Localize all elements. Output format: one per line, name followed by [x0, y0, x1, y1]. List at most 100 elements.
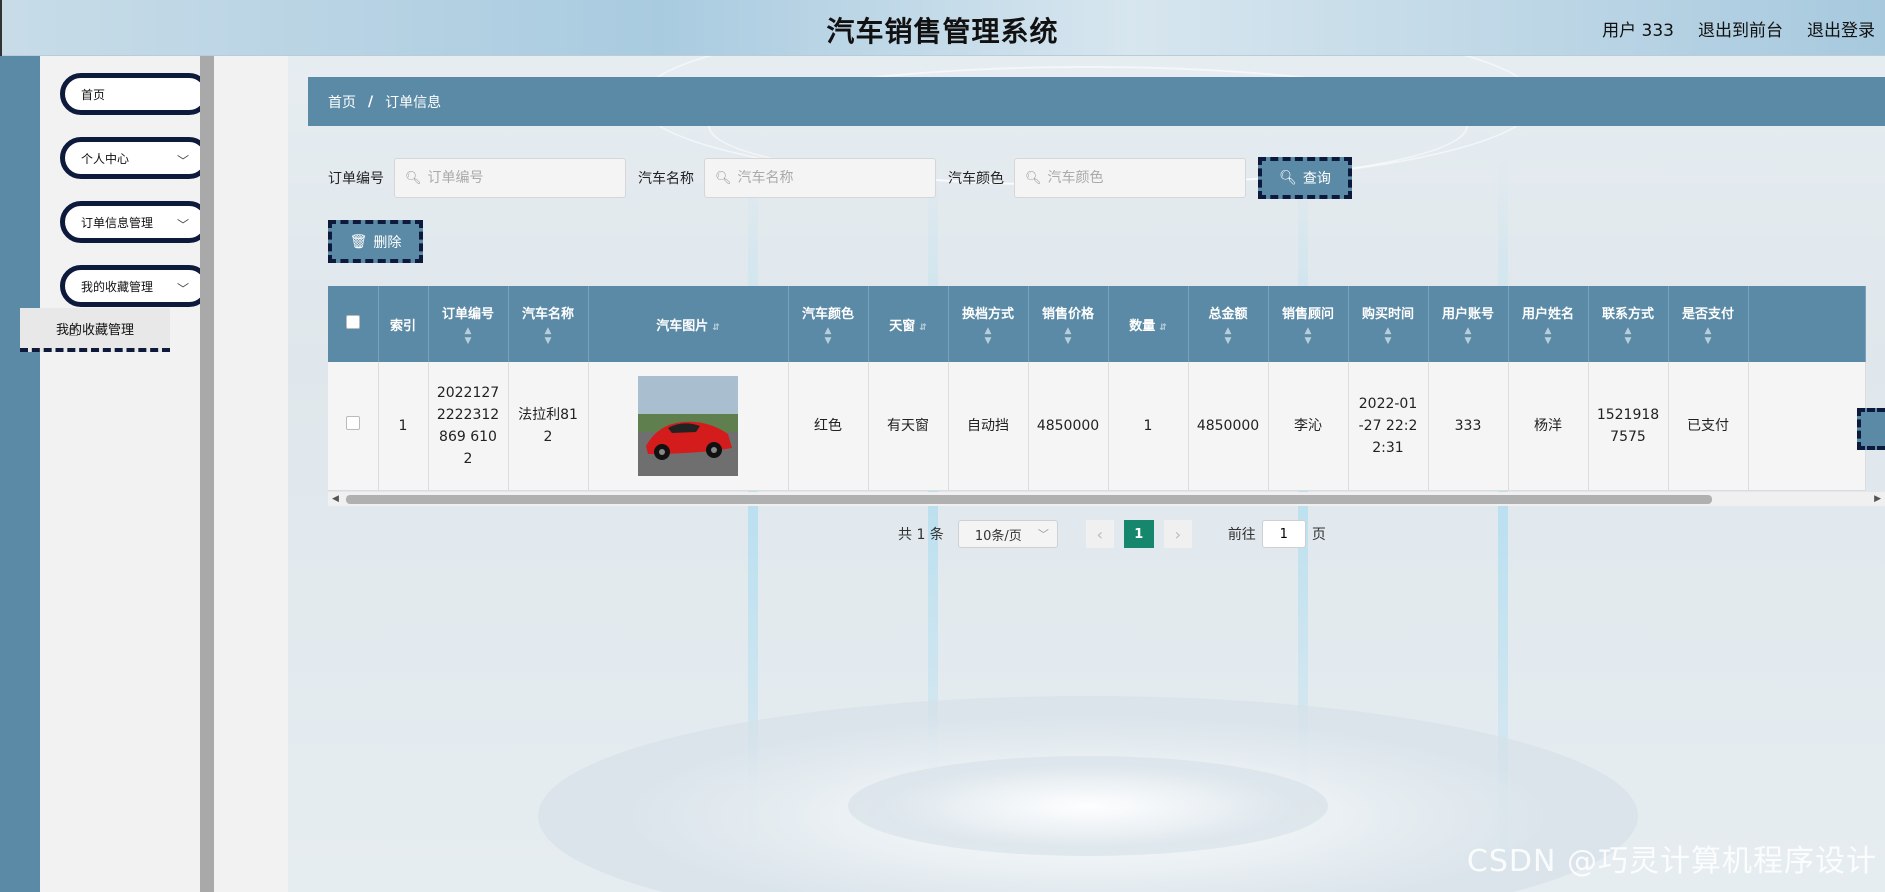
- sort-icon[interactable]: ▲ ▼: [949, 326, 1028, 346]
- goto-label: 前往: [1227, 527, 1256, 543]
- sidebar-item-order-management[interactable]: 订单信息管理 ﹀: [60, 201, 210, 243]
- column-header[interactable]: 销售顾问 ▲ ▼: [1268, 286, 1349, 362]
- cell-buy-time: 2022-01-27 22:22:31: [1348, 362, 1429, 491]
- car-color-input[interactable]: [1047, 170, 1228, 186]
- scroll-right-icon[interactable]: ▶: [1874, 492, 1881, 506]
- chevron-down-icon: ﹀: [176, 282, 189, 296]
- sidebar: 首页 个人中心 ﹀ 订单信息管理 ﹀ 我的收藏管理 ﹀: [40, 56, 210, 892]
- sidebar-item-label: 我的收藏管理: [81, 279, 154, 294]
- column-header[interactable]: 总金额 ▲ ▼: [1188, 286, 1269, 362]
- sort-icon[interactable]: ▲ ▼: [1669, 326, 1748, 346]
- cell-quantity: 1: [1108, 362, 1189, 491]
- breadcrumb-current: 订单信息: [385, 94, 442, 111]
- search-icon: 🔍︎: [1279, 170, 1297, 186]
- sort-icon[interactable]: ▲ ▼: [429, 326, 508, 346]
- delete-button-label: 删除: [373, 234, 402, 251]
- sort-icon[interactable]: ⇵: [919, 323, 927, 333]
- sidebar-item-label: 个人中心: [81, 151, 130, 166]
- column-header[interactable]: 用户姓名 ▲ ▼: [1508, 286, 1589, 362]
- car-photo[interactable]: [638, 375, 738, 476]
- cell-gearbox: 自动挡: [948, 362, 1029, 491]
- cell-index: 1: [378, 362, 429, 491]
- cell-sunroof: 有天窗: [868, 362, 949, 491]
- top-header: 汽车销售管理系统 用户 333 退出到前台 退出登录: [0, 0, 1885, 56]
- order-no-label: 订单编号: [328, 171, 384, 187]
- order-no-field[interactable]: 🔍︎: [394, 158, 626, 198]
- goto-page-input[interactable]: [1261, 520, 1306, 548]
- car-name-field[interactable]: 🔍︎: [704, 158, 936, 198]
- sidebar-item-profile[interactable]: 个人中心 ﹀: [60, 137, 210, 179]
- order-no-input[interactable]: [427, 170, 608, 186]
- row-checkbox[interactable]: [345, 415, 360, 430]
- row-action-button[interactable]: [1857, 408, 1885, 450]
- sidebar-strip: [0, 56, 40, 892]
- cell-car-color: 红色: [788, 362, 869, 491]
- query-button-label: 查询: [1302, 171, 1331, 187]
- cell-consultant: 李沁: [1268, 362, 1349, 491]
- query-button[interactable]: 🔍︎ 查询: [1258, 157, 1352, 199]
- sort-icon[interactable]: ⇵: [1159, 323, 1167, 333]
- search-icon: 🔍︎: [1025, 170, 1042, 186]
- hand-cursor-icon: ☝: [68, 320, 79, 341]
- select-all-checkbox[interactable]: [345, 315, 360, 329]
- car-name-label: 汽车名称: [638, 171, 694, 187]
- select-all-header: [328, 286, 379, 362]
- sort-icon[interactable]: ▲ ▼: [1589, 326, 1668, 346]
- column-header[interactable]: 换档方式 ▲ ▼: [948, 286, 1029, 362]
- logout-link[interactable]: 退出登录: [1807, 16, 1875, 41]
- scrollbar-thumb[interactable]: [346, 495, 1712, 504]
- total-count: 共 1 条: [898, 527, 944, 543]
- delete-button[interactable]: 🗑︎ 删除: [328, 220, 423, 263]
- page-size-select[interactable]: 10条/页 ﹀: [957, 520, 1058, 548]
- next-page-button[interactable]: ›: [1163, 520, 1192, 548]
- sidebar-item-label: 首页: [81, 87, 106, 102]
- column-header[interactable]: 用户账号 ▲ ▼: [1428, 286, 1509, 362]
- column-header: 索引: [378, 286, 429, 362]
- cell-account: 333: [1428, 362, 1509, 491]
- current-user[interactable]: 用户 333: [1602, 16, 1674, 41]
- orders-table: 索引 订单编号 ▲ ▼ 汽车名称 ▲ ▼ 汽车图片 ⇵ 汽车颜色 ▲ ▼ 天窗 ⇵ 换档方式 ▲ ▼…: [328, 286, 1885, 506]
- breadcrumb-separator: /: [368, 93, 374, 110]
- page-number-current[interactable]: 1: [1123, 520, 1154, 548]
- sidebar-item-home[interactable]: 首页: [60, 73, 210, 115]
- sort-icon[interactable]: ▲ ▼: [1189, 326, 1268, 346]
- column-header[interactable]: 订单编号 ▲ ▼: [428, 286, 509, 362]
- sidebar-item-label: 订单信息管理: [81, 215, 154, 230]
- column-header[interactable]: 汽车名称 ▲ ▼: [508, 286, 589, 362]
- sort-icon[interactable]: ▲ ▼: [1269, 326, 1348, 346]
- horizontal-scrollbar[interactable]: ◀ ▶: [328, 492, 1885, 506]
- cell-total: 4850000: [1188, 362, 1269, 491]
- car-color-field[interactable]: 🔍︎: [1014, 158, 1246, 198]
- column-header[interactable]: 是否支付 ▲ ▼: [1668, 286, 1749, 362]
- page-unit-label: 页: [1311, 527, 1326, 543]
- column-header[interactable]: 购买时间 ▲ ▼: [1348, 286, 1429, 362]
- back-to-front-link[interactable]: 退出到前台: [1698, 16, 1783, 41]
- car-name-input[interactable]: [737, 170, 918, 186]
- breadcrumb: 首页 / 订单信息: [308, 77, 1885, 126]
- submenu-item-my-favorites[interactable]: 我的收藏管理: [20, 308, 170, 352]
- column-header[interactable]: 数量 ⇵: [1108, 286, 1189, 362]
- column-header[interactable]: 天窗 ⇵: [868, 286, 949, 362]
- sort-icon[interactable]: ▲ ▼: [1029, 326, 1108, 346]
- sort-icon[interactable]: ▲ ▼: [789, 326, 868, 346]
- prev-page-button[interactable]: ‹: [1085, 520, 1114, 548]
- scroll-left-icon[interactable]: ◀: [332, 492, 339, 506]
- search-form: 订单编号 🔍︎ 汽车名称 🔍︎ 汽车颜色 🔍︎ 🔍︎ 查询: [328, 157, 1352, 199]
- sidebar-item-favorites-management[interactable]: 我的收藏管理 ﹀: [60, 265, 210, 307]
- cell-paid: 已支付: [1668, 362, 1749, 491]
- breadcrumb-home[interactable]: 首页: [328, 92, 356, 112]
- car-color-label: 汽车颜色: [948, 171, 1004, 187]
- column-header[interactable]: 联系方式 ▲ ▼: [1588, 286, 1669, 362]
- sort-icon[interactable]: ▲ ▼: [1429, 326, 1508, 346]
- cell-order-no: 20221272222312869 6102: [428, 362, 509, 491]
- column-header[interactable]: 销售价格 ▲ ▼: [1028, 286, 1109, 362]
- column-header[interactable]: 汽车图片 ⇵: [588, 286, 789, 362]
- sort-icon[interactable]: ▲ ▼: [1509, 326, 1588, 346]
- sort-icon[interactable]: ▲ ▼: [509, 326, 588, 346]
- sort-icon[interactable]: ▲ ▼: [1349, 326, 1428, 346]
- column-header[interactable]: 汽车颜色 ▲ ▼: [788, 286, 869, 362]
- cell-actions: [1748, 362, 1866, 491]
- sort-icon[interactable]: ⇵: [712, 323, 720, 333]
- cell-user-name: 杨洋: [1508, 362, 1589, 491]
- cell-car-name: 法拉利812: [508, 362, 589, 491]
